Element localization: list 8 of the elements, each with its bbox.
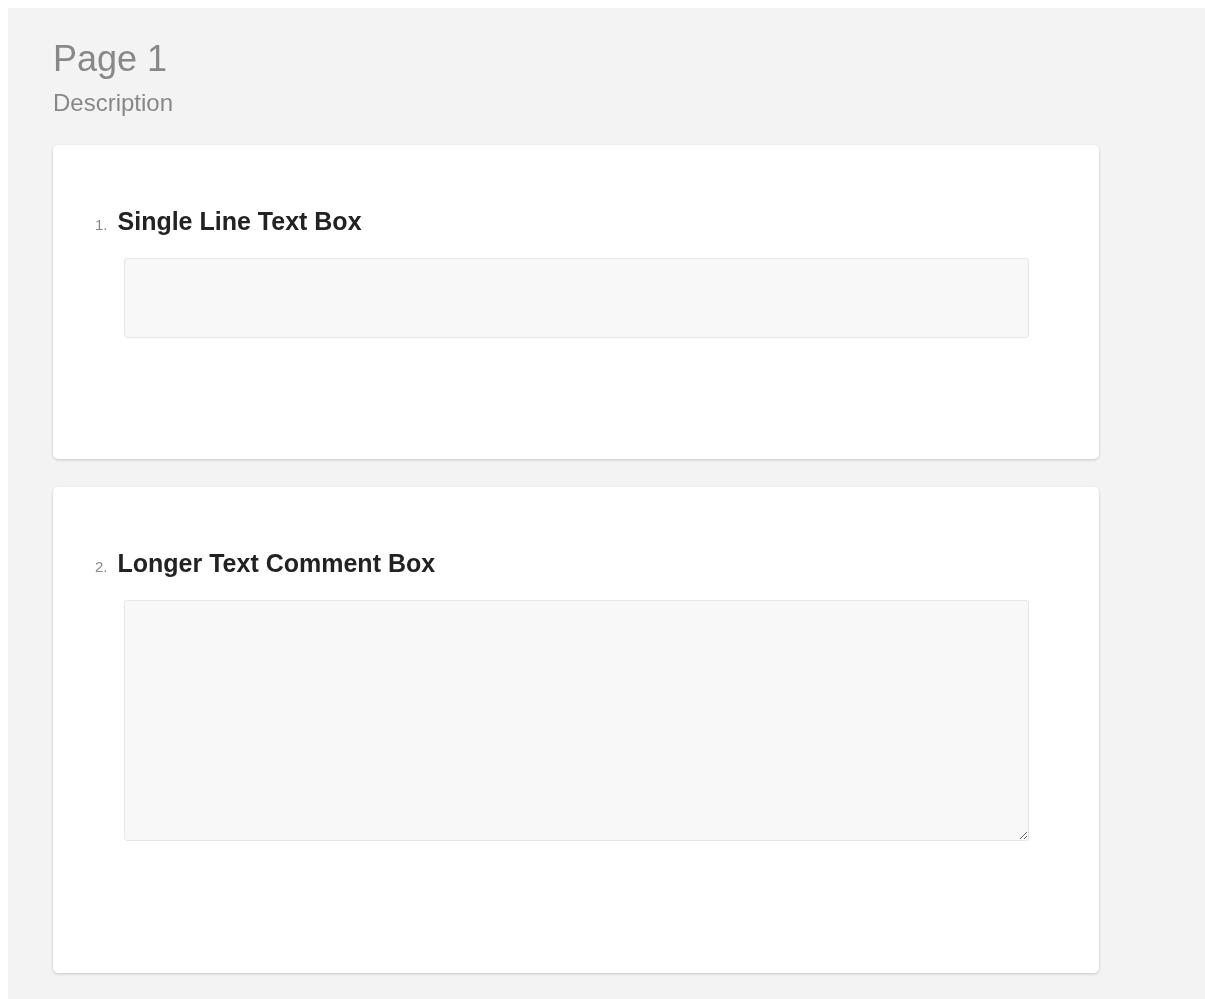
question-number: 2.: [95, 558, 108, 575]
question-number: 1.: [95, 216, 108, 233]
comment-field[interactable]: [124, 600, 1029, 841]
question-title: Single Line Text Box: [117, 207, 362, 236]
text-input[interactable]: [124, 258, 1029, 338]
question-title: Longer Text Comment Box: [117, 549, 436, 578]
page-description: Description: [53, 88, 175, 118]
page-title: Page 1: [53, 38, 169, 80]
